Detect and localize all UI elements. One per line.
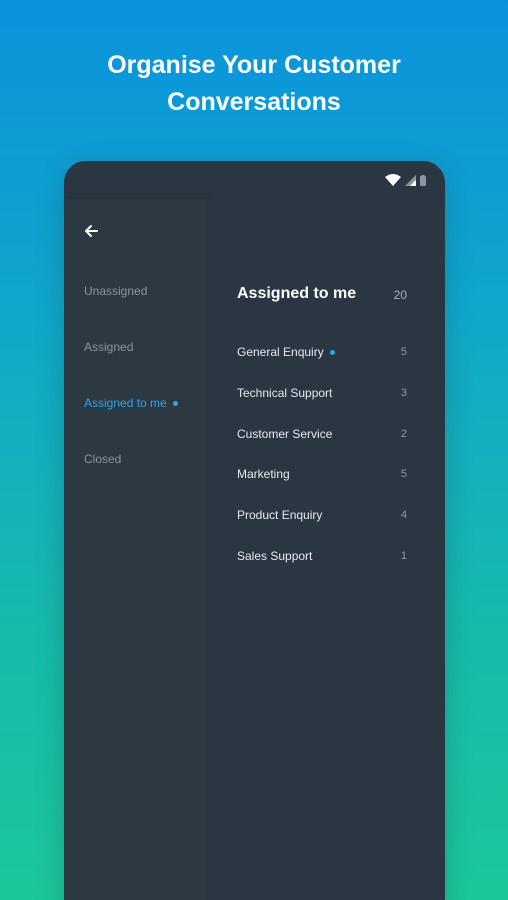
sidebar-item-unassigned[interactable]: Unassigned <box>84 284 147 298</box>
sidebar-item-assigned-to-me[interactable]: Assigned to me <box>84 396 178 410</box>
headline-line-1: Organise Your Customer <box>107 51 401 79</box>
team-row-label: Technical Support <box>237 386 333 400</box>
sidebar-item-label: Assigned <box>84 340 134 354</box>
team-row-count: 2 <box>400 428 407 440</box>
team-row-product-enquiry[interactable]: Product Enquiry 4 <box>237 505 407 525</box>
filter-sidebar: Unassigned Assigned Assigned to me Close… <box>64 199 206 900</box>
back-button[interactable] <box>81 221 101 241</box>
sidebar-item-label: Unassigned <box>84 284 148 298</box>
panel-total-count: 20 <box>393 288 407 302</box>
status-bar <box>64 161 445 199</box>
team-row-label: General Enquiry <box>237 345 324 359</box>
team-row-count: 3 <box>400 387 407 399</box>
sidebar-item-closed[interactable]: Closed <box>84 452 121 466</box>
panel-title: Assigned to me <box>237 285 357 302</box>
unread-indicator-dot <box>329 349 335 355</box>
status-icons <box>385 174 426 186</box>
cell-signal-icon <box>405 174 416 186</box>
team-row-count: 5 <box>400 468 407 480</box>
team-row-label: Customer Service <box>237 427 333 441</box>
team-row-sales-support[interactable]: Sales Support 1 <box>237 546 407 566</box>
headline: Organise Your Customer Conversations <box>0 47 508 121</box>
team-row-count: 4 <box>400 509 407 521</box>
sidebar-item-assigned[interactable]: Assigned <box>84 340 133 354</box>
sidebar-item-label: Assigned to me <box>84 396 167 410</box>
headline-line-2: Conversations <box>167 88 341 116</box>
team-row-label: Product Enquiry <box>237 508 323 522</box>
team-row-technical-support[interactable]: Technical Support 3 <box>237 383 407 403</box>
sidebar-item-label: Closed <box>84 452 122 466</box>
team-row-customer-service[interactable]: Customer Service 2 <box>237 424 407 444</box>
team-row-count: 1 <box>400 550 407 562</box>
team-row-general-enquiry[interactable]: General Enquiry 5 <box>237 342 407 362</box>
team-list-panel: Assigned to me 20 General Enquiry 5 Tech… <box>206 199 445 900</box>
phone-frame: Unassigned Assigned Assigned to me Close… <box>64 161 445 900</box>
unread-indicator-dot <box>172 400 178 406</box>
wifi-icon <box>385 174 401 186</box>
team-row-label-wrap: General Enquiry <box>237 345 335 359</box>
team-row-marketing[interactable]: Marketing 5 <box>237 464 407 484</box>
team-row-count: 5 <box>400 346 407 358</box>
arrow-left-icon <box>85 225 98 237</box>
team-row-label: Marketing <box>237 467 290 481</box>
team-row-label: Sales Support <box>237 549 313 563</box>
battery-icon <box>420 174 426 186</box>
